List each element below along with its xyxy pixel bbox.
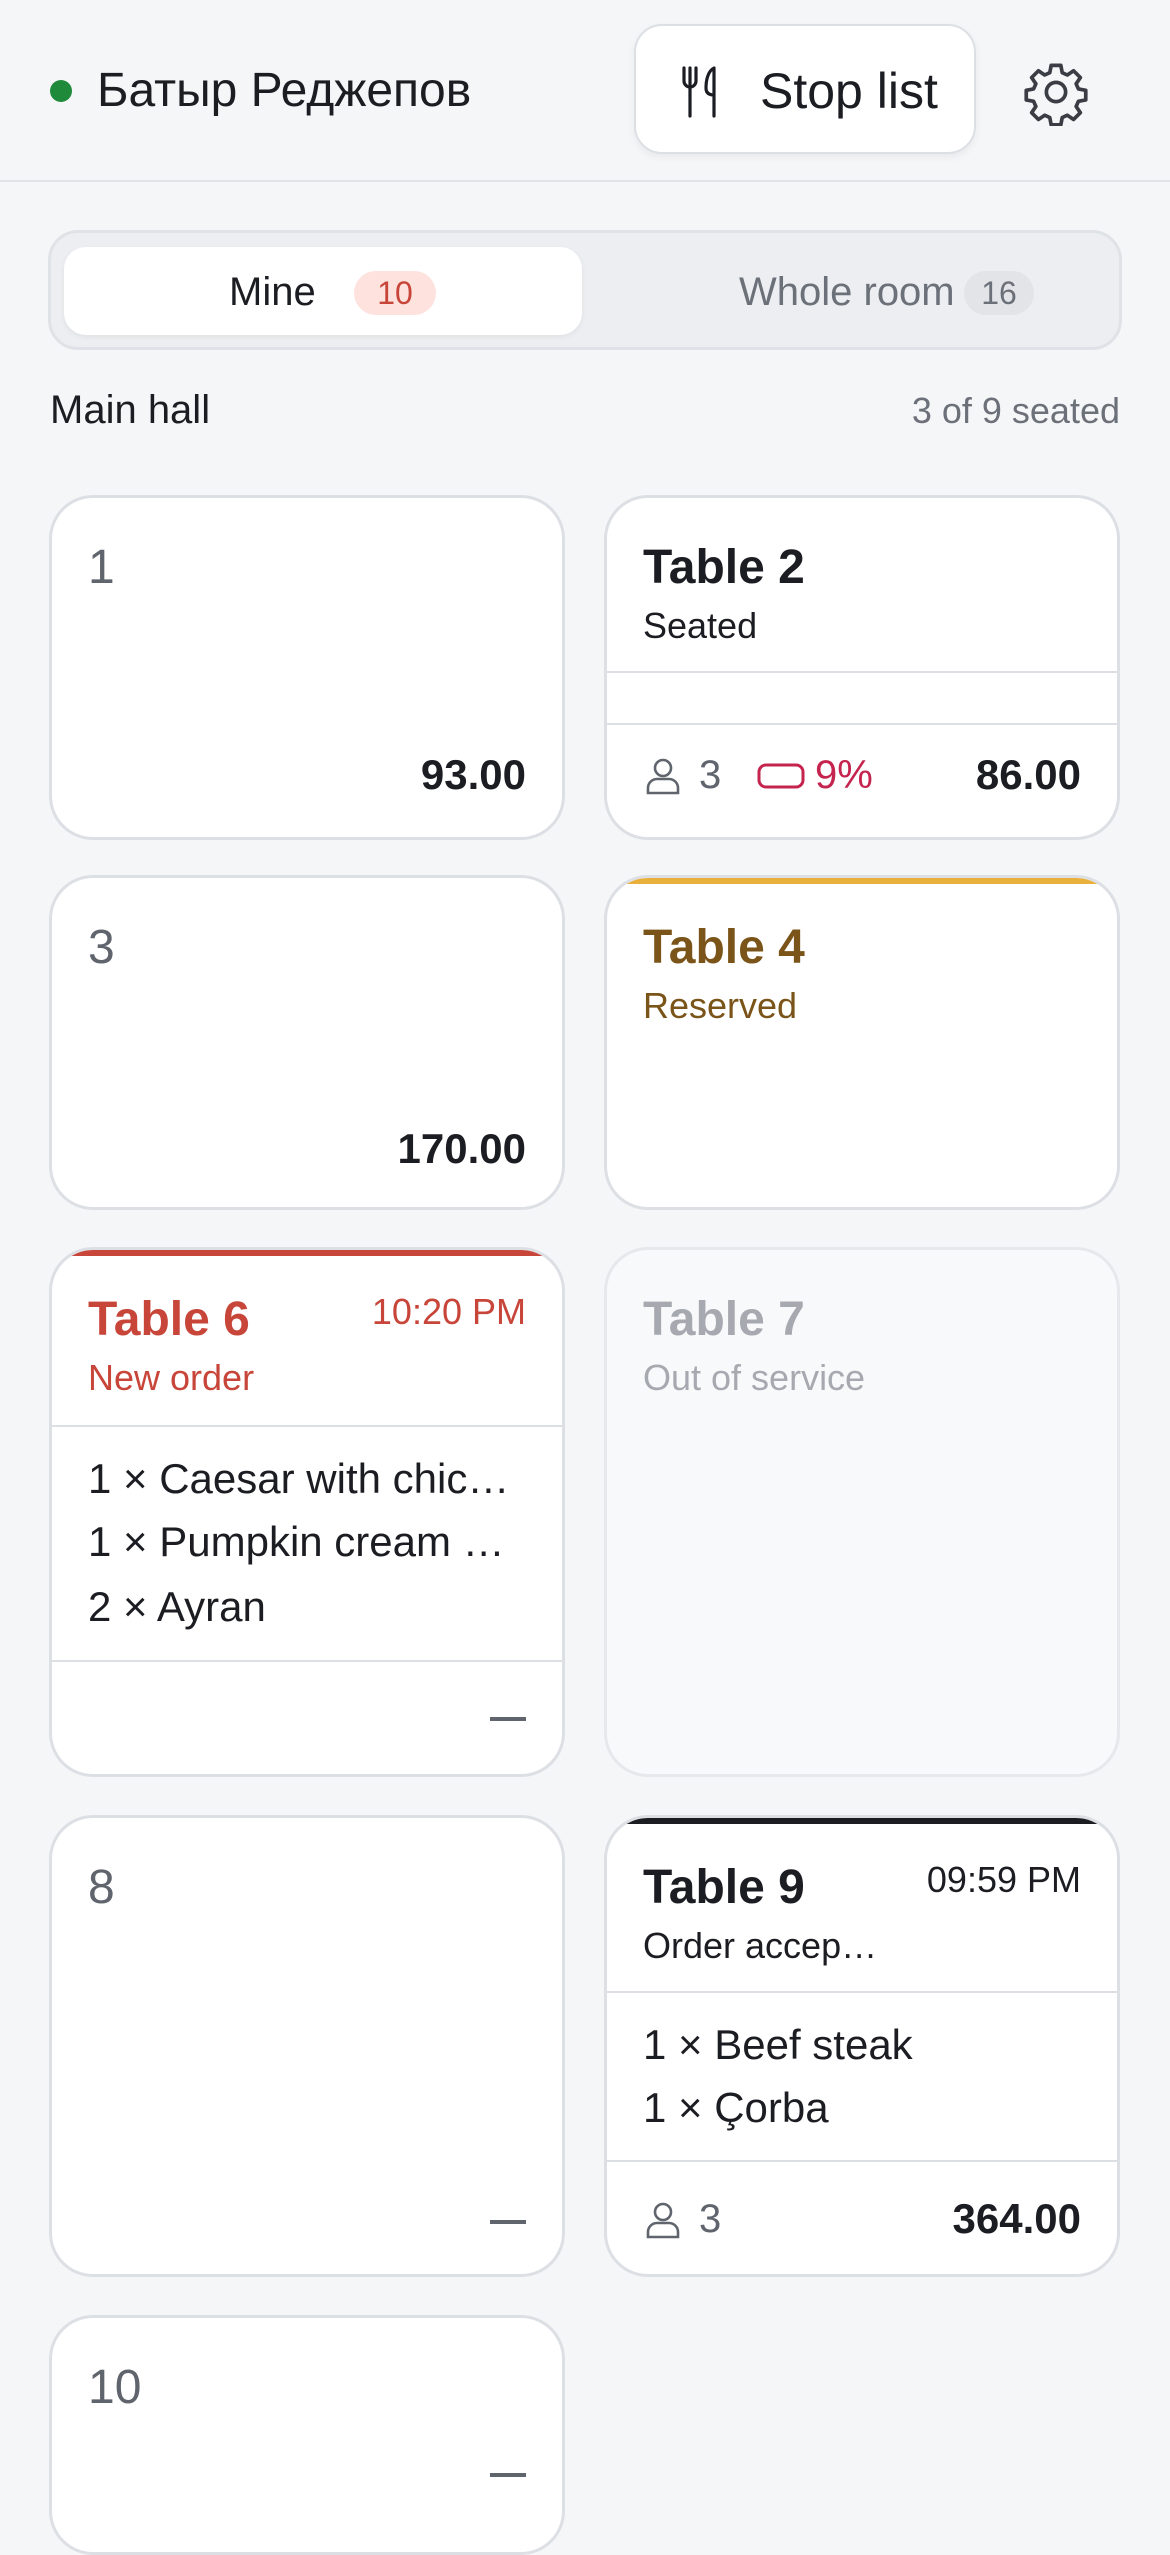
table-title: Table 2 bbox=[643, 541, 805, 594]
tab-whole-room-count-badge: 16 bbox=[964, 271, 1034, 315]
discount-card-icon bbox=[757, 763, 805, 789]
order-item: 2 × Ayran bbox=[88, 1583, 266, 1630]
card-divider bbox=[52, 1660, 562, 1662]
person-icon bbox=[646, 2202, 680, 2239]
empty-amount-dash bbox=[490, 2473, 526, 2477]
tab-whole-room-label: Whole room bbox=[739, 270, 955, 314]
table-card-1[interactable]: 1 93.00 bbox=[49, 495, 565, 840]
table-amount: 170.00 bbox=[397, 1125, 526, 1172]
person-icon bbox=[646, 758, 680, 795]
table-number: 8 bbox=[88, 1861, 115, 1914]
guest-count-value: 3 bbox=[699, 2197, 722, 2241]
order-item: 1 × Çorba bbox=[643, 2084, 829, 2131]
discount-value: 9% bbox=[815, 753, 873, 797]
table-title: Table 6 bbox=[88, 1293, 250, 1346]
view-segmented-control: Mine 10 Whole room 16 bbox=[48, 230, 1122, 350]
accepted-accent-bar bbox=[607, 1818, 1117, 1824]
card-divider bbox=[607, 1991, 1117, 1993]
table-status: Seated bbox=[643, 605, 758, 646]
card-divider bbox=[607, 2160, 1117, 2162]
waiter-name: Батыр Реджепов bbox=[97, 64, 472, 117]
table-title: Table 4 bbox=[643, 921, 805, 974]
card-divider bbox=[52, 1425, 562, 1427]
fork-knife-icon bbox=[682, 66, 716, 118]
table-title: Table 9 bbox=[643, 1861, 805, 1914]
table-status: Out of service bbox=[643, 1357, 866, 1398]
table-card-2[interactable]: Table 2 Seated 3 9% 86.00 bbox=[604, 495, 1120, 840]
hall-title: Main hall bbox=[50, 388, 211, 432]
table-status: New order bbox=[88, 1357, 255, 1398]
table-card-6[interactable]: Table 6 10:20 PM New order 1 × Caesar wi… bbox=[49, 1247, 565, 1777]
order-item: 1 × Pumpkin cream … bbox=[88, 1518, 505, 1565]
guest-count-value: 3 bbox=[699, 753, 722, 797]
card-divider bbox=[607, 671, 1117, 673]
table-number: 10 bbox=[88, 2361, 142, 2414]
table-amount: 364.00 bbox=[952, 2195, 1081, 2242]
online-status-dot bbox=[50, 80, 72, 102]
tab-mine-label: Mine bbox=[229, 270, 316, 314]
table-status: Reserved bbox=[643, 985, 798, 1026]
tab-whole-room[interactable]: Whole room 16 bbox=[592, 247, 1110, 335]
table-card-4[interactable]: Table 4 Reserved bbox=[604, 875, 1120, 1210]
seated-summary: 3 of 9 seated bbox=[911, 390, 1120, 431]
table-amount: 93.00 bbox=[420, 751, 526, 798]
table-title: Table 7 bbox=[643, 1293, 805, 1346]
table-card-3[interactable]: 3 170.00 bbox=[49, 875, 565, 1210]
table-amount: 86.00 bbox=[975, 751, 1081, 798]
top-bar: Батыр Реджепов Stop list bbox=[0, 0, 1170, 182]
empty-amount-dash bbox=[490, 2220, 526, 2224]
order-time: 10:20 PM bbox=[371, 1291, 526, 1332]
order-item: 1 × Beef steak bbox=[643, 2021, 913, 2068]
gear-icon[interactable] bbox=[1022, 58, 1090, 126]
order-item: 1 × Caesar with chic… bbox=[88, 1455, 510, 1502]
tab-mine-count-badge: 10 bbox=[354, 271, 436, 315]
stop-list-label: Stop list bbox=[760, 63, 938, 119]
stop-list-button[interactable]: Stop list bbox=[634, 24, 976, 154]
table-card-8[interactable]: 8 bbox=[49, 1815, 565, 2277]
order-time: 09:59 PM bbox=[926, 1859, 1081, 1900]
empty-amount-dash bbox=[490, 1717, 526, 1721]
table-status: Order accep… bbox=[643, 1925, 878, 1966]
table-card-7[interactable]: Table 7 Out of service bbox=[604, 1247, 1120, 1777]
table-card-9[interactable]: Table 9 09:59 PM Order accep… 1 × Beef s… bbox=[604, 1815, 1120, 2277]
tab-mine[interactable]: Mine 10 bbox=[64, 247, 582, 335]
table-number: 1 bbox=[88, 541, 115, 594]
table-number: 3 bbox=[88, 921, 115, 974]
reserved-accent-bar bbox=[607, 878, 1117, 884]
table-card-10[interactable]: 10 bbox=[49, 2315, 565, 2555]
new-order-accent-bar bbox=[52, 1250, 562, 1256]
card-divider bbox=[607, 723, 1117, 725]
